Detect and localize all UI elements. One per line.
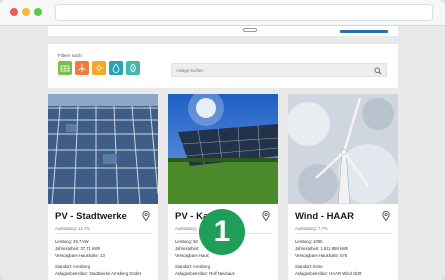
filter-panel: Filtern nach: [48,44,398,88]
minimize-window-button[interactable] [22,8,30,16]
search-box [171,63,387,77]
divider [295,233,391,234]
card-location: Standort: Arnsberg [55,264,90,269]
title-bar [0,0,445,26]
wind-filter-button[interactable] [75,61,89,75]
card-annual-energy: Jahresarbeit: [175,246,200,251]
card-operator: Anlagenbetreiber: Rolf Neuhaus [175,271,235,276]
filter-label: Filtern nach: [58,53,83,58]
address-bar[interactable] [55,4,433,21]
maximize-window-button[interactable] [34,8,42,16]
card-title: Wind - HAAR [295,211,355,222]
card-performance: Leistung: 50 [175,239,198,244]
step-number-badge: 1 [199,209,245,255]
card-location: Standort: Ense [295,264,323,269]
site-header [48,26,398,36]
search-input[interactable] [176,67,366,74]
location-pin-icon[interactable] [262,211,270,221]
browser-window: Filtern nach: Anlage suchen PV - Stadtwe… [0,0,445,280]
leaf-icon [130,63,136,73]
divider [55,233,151,234]
card-utilization: Auslastung: 14,7% [55,226,90,231]
header-button[interactable] [340,30,388,33]
location-pin-icon[interactable] [142,211,150,221]
card-operator: Anlagenbetreiber: HAAR-Wind GbR [295,271,362,276]
plant-card-pv-stadtwerke[interactable]: PV - Stadtwerke Auslastung: 14,7% Leistu… [48,94,158,280]
sun-filter-button[interactable] [92,61,106,75]
solar-panel-icon [60,65,70,72]
card-households: Versorgbare Haushalte: 13 [55,253,105,258]
pv-filter-button[interactable] [58,61,72,75]
card-utilization: Auslastung: 7,7% [295,226,328,231]
card-annual-energy: Jahresarbeit: 37,71 kWh [55,246,101,251]
hydro-filter-button[interactable] [109,61,123,75]
card-performance: Leistung: 49,7 kW [55,239,89,244]
card-households: Versorgbare Haus [175,253,209,258]
card-title: PV - Stadtwerke [55,211,127,222]
sun-icon [94,63,104,73]
card-location: Standort: Arnsberg [175,264,210,269]
card-utilization: Auslastung: [175,226,197,231]
search-icon[interactable] [374,67,382,75]
water-drop-icon [112,63,120,73]
plant-card-wind-haar[interactable]: Wind - HAAR Auslastung: 7,7% Leistung: 1… [288,94,398,280]
card-households: Versorgbare Haushalte: 576 [295,253,348,258]
card-performance: Leistung: 1000 [295,239,323,244]
page-viewport: Filtern nach: Anlage suchen PV - Stadtwe… [0,26,445,280]
wind-turbine-image [288,94,398,204]
card-annual-energy: Jahresarbeit: 1.811.858 kWh [295,246,349,251]
wind-turbine-icon [78,63,86,73]
solar-panels-image [48,94,158,204]
bio-filter-button[interactable] [126,61,140,75]
close-window-button[interactable] [10,8,18,16]
header-logo-icon [243,28,257,32]
card-operator: Anlagenbetreiber: Stadtwerke Arnsberg Gm… [55,271,142,276]
location-pin-icon[interactable] [382,211,390,221]
solar-field-image [168,94,278,204]
